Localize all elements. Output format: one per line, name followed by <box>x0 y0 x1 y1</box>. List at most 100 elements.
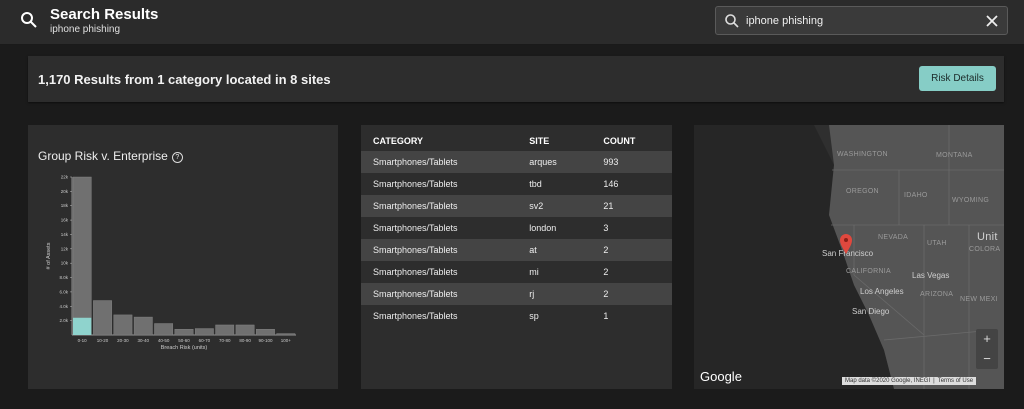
x-axis-label: Breach Risk (units) <box>161 345 208 351</box>
cell-site: mi <box>529 267 539 277</box>
cell-category: Smartphones/Tablets <box>373 267 458 277</box>
search-icon[interactable] <box>20 11 38 29</box>
map-label-idaho: IDAHO <box>904 192 928 199</box>
category-table-panel: CATEGORY SITE COUNT Smartphones/Tablets a… <box>361 125 672 389</box>
map-label-oregon: OREGON <box>846 188 879 195</box>
bar-enterprise <box>235 324 255 336</box>
table-row[interactable]: Smartphones/Tablets mi 2 <box>361 261 672 283</box>
cell-category: Smartphones/Tablets <box>373 311 458 321</box>
bar-enterprise <box>154 323 174 336</box>
map-attribution: Map data ©2020 Google, INEGI | Terms of Us… <box>842 377 977 385</box>
risk-details-button[interactable]: Risk Details <box>919 66 996 91</box>
y-tick-label: 2.0k <box>59 318 68 323</box>
google-logo: Google <box>700 369 742 384</box>
x-tick-label: 50-60 <box>178 338 190 343</box>
close-icon[interactable] <box>984 13 1000 29</box>
page-subtitle: iphone phishing <box>50 24 121 35</box>
bar-enterprise <box>113 314 133 336</box>
y-tick-label: 6.0k <box>59 289 68 294</box>
cell-site: sp <box>529 311 539 321</box>
table-row[interactable]: Smartphones/Tablets tbd 146 <box>361 173 672 195</box>
sites-map-panel[interactable]: WASHINGTON MONTANA OREGON IDAHO WYOMING … <box>694 125 1004 389</box>
y-tick-label: 14k <box>61 232 69 237</box>
bar-enterprise <box>133 316 153 336</box>
map-city-las-vegas: Las Vegas <box>912 271 950 280</box>
bar-enterprise <box>72 176 92 336</box>
bar-group <box>73 317 92 335</box>
x-tick-label: 80-90 <box>239 338 251 343</box>
bar-enterprise <box>215 324 235 336</box>
table-row[interactable]: Smartphones/Tablets rj 2 <box>361 283 672 305</box>
x-tick-label: 60-70 <box>199 338 211 343</box>
y-tick-label: 16k <box>61 218 69 223</box>
terms-link[interactable]: Terms of Use <box>938 378 973 384</box>
bar-enterprise <box>256 329 275 336</box>
help-icon[interactable]: ? <box>171 152 183 163</box>
y-tick-label: 18k <box>61 203 69 208</box>
map-data-text[interactable]: Map data ©2020 Google, INEGI <box>845 378 930 384</box>
bar-enterprise <box>276 333 296 336</box>
results-summary: 1,170 Results from 1 category located in… <box>38 72 331 87</box>
zoom-in-button[interactable]: + <box>976 329 998 349</box>
bar-enterprise <box>194 328 214 336</box>
top-bar: Search Results iphone phishing <box>0 0 1024 45</box>
column-header-site[interactable]: SITE <box>517 131 591 151</box>
map-label-wyoming: WYOMING <box>952 197 990 204</box>
category-table: CATEGORY SITE COUNT Smartphones/Tablets a… <box>361 131 672 327</box>
y-tick-label: 22k <box>61 175 69 180</box>
map-label-nevada: NEVADA <box>878 234 909 241</box>
map-label-montana: MONTANA <box>936 152 973 159</box>
x-tick-label: 70-80 <box>219 338 231 343</box>
x-tick-label: 30-40 <box>138 338 150 343</box>
column-header-category[interactable]: CATEGORY <box>361 131 517 151</box>
table-row[interactable]: Smartphones/Tablets sp 1 <box>361 305 672 327</box>
chart-title: Group Risk v. Enterprise? <box>38 149 183 163</box>
map-city-los-angeles: Los Angeles <box>860 287 904 296</box>
x-tick-label: 10-20 <box>97 338 109 343</box>
map-label-new-mexico: NEW MEXI <box>960 296 998 303</box>
cell-count: 993 <box>603 157 619 167</box>
map-marker-icon[interactable] <box>839 233 853 255</box>
cell-count: 2 <box>603 245 609 255</box>
cell-site: london <box>529 223 557 233</box>
y-tick-label: 12k <box>61 246 69 251</box>
search-box[interactable] <box>715 6 1008 35</box>
group-risk-chart-panel: Group Risk v. Enterprise? 2.0k 4.0k 6.0k 8.… <box>28 125 338 389</box>
page-title: Search Results <box>50 6 159 23</box>
chart-title-text: Group Risk v. Enterprise <box>38 149 168 163</box>
table-row[interactable]: Smartphones/Tablets arques 993 <box>361 151 672 173</box>
table-row[interactable]: Smartphones/Tablets at 2 <box>361 239 672 261</box>
results-summary-bar: 1,170 Results from 1 category located in… <box>28 56 1004 102</box>
map-label-colorado: COLORA <box>969 246 1001 253</box>
y-tick-label: 20k <box>61 189 69 194</box>
map-zoom-control: + − <box>976 329 998 369</box>
y-axis-label: # of Assets <box>46 242 52 269</box>
group-risk-chart: 2.0k 4.0k 6.0k 8.0k 10k 12k 14k 16k 18k 20k 22k 0-1… <box>46 175 296 351</box>
cell-count: 21 <box>603 201 614 211</box>
cell-count: 146 <box>603 179 619 189</box>
y-tick-label: 10k <box>61 261 69 266</box>
cell-category: Smartphones/Tablets <box>373 179 458 189</box>
cell-category: Smartphones/Tablets <box>373 245 458 255</box>
map-city-san-diego: San Diego <box>852 307 890 316</box>
bar-enterprise <box>93 300 112 336</box>
x-tick-label: 40-50 <box>158 338 170 343</box>
map-label-utah: UTAH <box>927 240 947 247</box>
map-label-washington: WASHINGTON <box>837 151 888 158</box>
cell-count: 1 <box>603 311 609 321</box>
column-header-count[interactable]: COUNT <box>591 131 672 151</box>
x-tick-label: 20-30 <box>117 338 129 343</box>
y-tick-label: 4.0k <box>59 304 68 309</box>
cell-site: rj <box>529 289 535 299</box>
table-row[interactable]: Smartphones/Tablets london 3 <box>361 217 672 239</box>
cell-count: 2 <box>603 267 609 277</box>
x-tick-label: 100+ <box>281 338 292 343</box>
cell-site: arques <box>529 157 557 167</box>
table-row[interactable]: Smartphones/Tablets sv2 21 <box>361 195 672 217</box>
cell-category: Smartphones/Tablets <box>373 201 458 211</box>
cell-site: tbd <box>529 179 542 189</box>
map-label-country: Unit <box>977 231 998 243</box>
zoom-out-button[interactable]: − <box>976 349 998 369</box>
search-input[interactable] <box>746 11 976 30</box>
cell-count: 2 <box>603 289 609 299</box>
